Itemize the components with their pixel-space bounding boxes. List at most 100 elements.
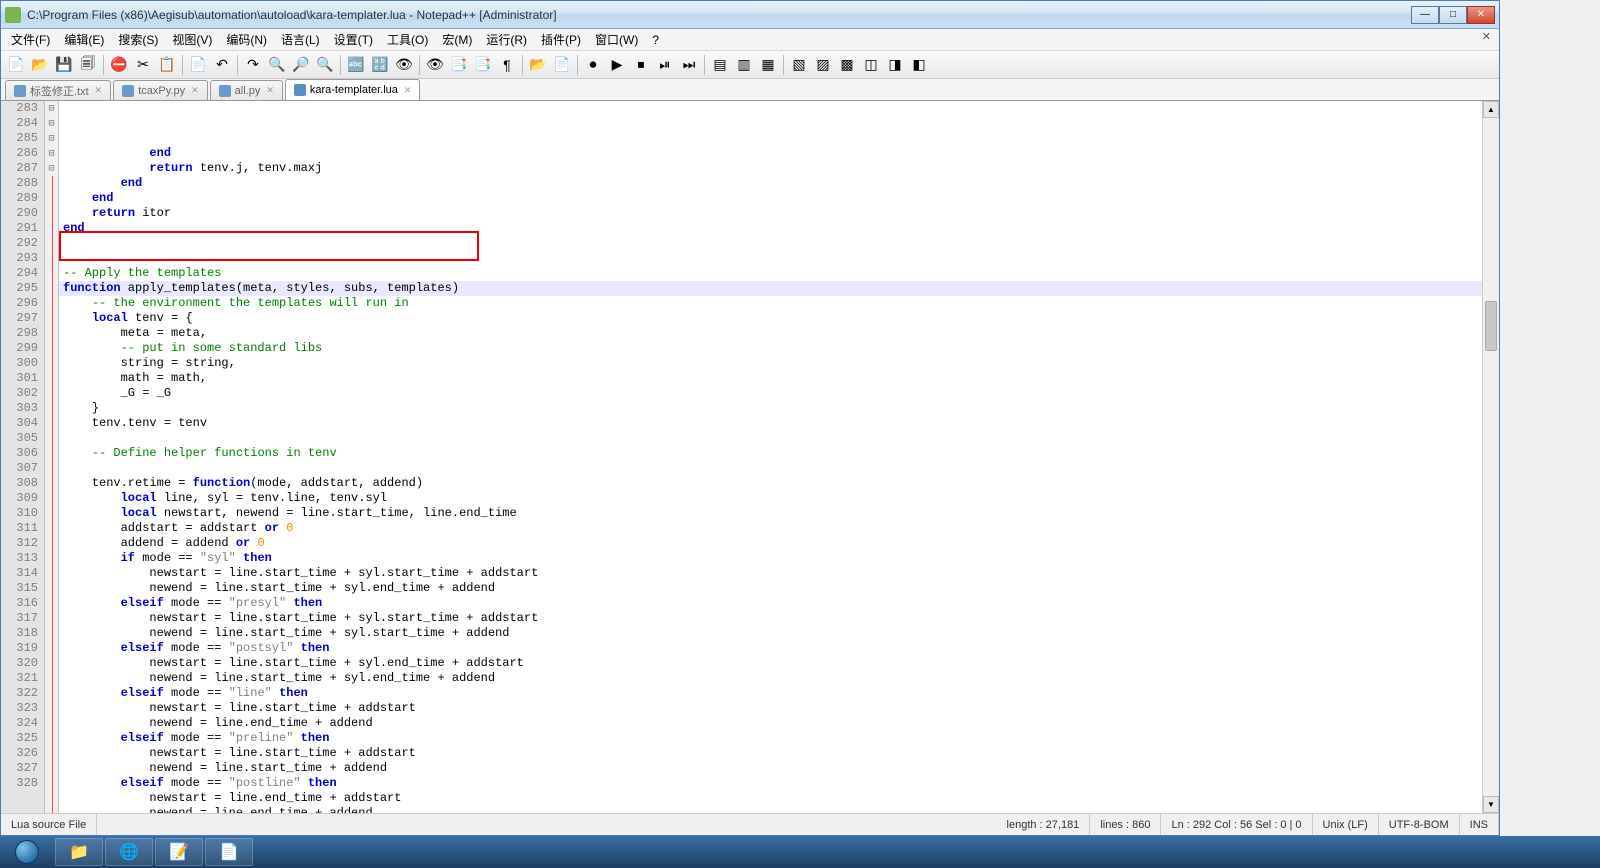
toolbar-button[interactable]: 📂 <box>527 54 549 76</box>
taskbar-item[interactable]: 📁 <box>55 838 103 866</box>
menu-item[interactable]: 窗口(W) <box>589 29 644 50</box>
toolbar-button[interactable]: 🔎 <box>290 54 312 76</box>
start-button[interactable] <box>0 836 54 868</box>
toolbar-button[interactable]: 👁 <box>424 54 446 76</box>
code-line[interactable]: newstart = line.start_time + addstart <box>59 746 1482 761</box>
toolbar-button[interactable]: ▦ <box>757 54 779 76</box>
toolbar-button[interactable]: 🔤 <box>345 54 367 76</box>
code-line[interactable]: } <box>59 401 1482 416</box>
toolbar-button[interactable]: 📄 <box>551 54 573 76</box>
code-line[interactable]: newstart = line.start_time + syl.end_tim… <box>59 656 1482 671</box>
toolbar-button[interactable]: 👁 <box>393 54 415 76</box>
code-line[interactable]: local newstart, newend = line.start_time… <box>59 506 1482 521</box>
toolbar-button[interactable]: ◧ <box>908 54 930 76</box>
close-button[interactable]: ✕ <box>1467 6 1495 24</box>
code-line[interactable]: return itor <box>59 206 1482 221</box>
tab[interactable]: all.py✕ <box>210 80 283 100</box>
menu-item[interactable]: 工具(O) <box>381 29 434 50</box>
code-line[interactable]: if mode == "syl" then <box>59 551 1482 566</box>
code-line[interactable]: meta = meta, <box>59 326 1482 341</box>
vertical-scrollbar[interactable]: ▲ ▼ <box>1482 101 1499 813</box>
taskbar-item[interactable]: 🌐 <box>105 838 153 866</box>
taskbar-item[interactable]: 📄 <box>205 838 253 866</box>
tab[interactable]: tcaxPy.py✕ <box>113 80 207 100</box>
code-line[interactable]: end <box>59 146 1482 161</box>
toolbar-button[interactable]: 🗐 <box>77 54 99 76</box>
code-line[interactable] <box>59 251 1482 266</box>
fold-marker[interactable]: ⊟ <box>45 146 58 161</box>
scroll-thumb[interactable] <box>1485 301 1497 351</box>
code-line[interactable]: elseif mode == "presyl" then <box>59 596 1482 611</box>
toolbar-button[interactable]: ⏯ <box>654 54 676 76</box>
code-line[interactable]: newend = line.end_time + addend <box>59 716 1482 731</box>
menu-item[interactable]: 文件(F) <box>5 29 56 50</box>
toolbar-button[interactable]: ▤ <box>709 54 731 76</box>
code-line[interactable]: tenv.retime = function(mode, addstart, a… <box>59 476 1482 491</box>
code-line[interactable]: newend = line.start_time + syl.end_time … <box>59 581 1482 596</box>
code-line[interactable]: elseif mode == "postline" then <box>59 776 1482 791</box>
code-line[interactable]: string = string, <box>59 356 1482 371</box>
menu-item[interactable]: 运行(R) <box>480 29 533 50</box>
tab-close-icon[interactable]: ✕ <box>95 85 103 96</box>
toolbar-button[interactable]: ◫ <box>860 54 882 76</box>
toolbar-button[interactable]: ↶ <box>211 54 233 76</box>
toolbar-button[interactable]: ¶ <box>496 54 518 76</box>
fold-marker[interactable]: ⊟ <box>45 161 58 176</box>
code-line[interactable] <box>59 431 1482 446</box>
toolbar-button[interactable]: ▧ <box>788 54 810 76</box>
secondary-close-button[interactable]: ✕ <box>1478 30 1495 43</box>
code-line[interactable] <box>59 461 1482 476</box>
toolbar-button[interactable]: 🔍 <box>314 54 336 76</box>
code-line[interactable]: newend = line.start_time + syl.start_tim… <box>59 626 1482 641</box>
scroll-up-button[interactable]: ▲ <box>1483 101 1499 118</box>
code-line[interactable]: -- put in some standard libs <box>59 341 1482 356</box>
code-line[interactable]: newstart = line.end_time + addstart <box>59 791 1482 806</box>
code-line[interactable]: addend = addend or 0 <box>59 536 1482 551</box>
toolbar-button[interactable]: 📂 <box>29 54 51 76</box>
menu-item[interactable]: 搜索(S) <box>112 29 164 50</box>
code-line[interactable]: local line, syl = tenv.line, tenv.syl <box>59 491 1482 506</box>
tab[interactable]: kara-templater.lua✕ <box>285 79 421 100</box>
code-line[interactable]: newend = line.start_time + syl.end_time … <box>59 671 1482 686</box>
fold-marker[interactable]: ⊟ <box>45 131 58 146</box>
toolbar-button[interactable]: ⏹ <box>630 54 652 76</box>
toolbar-button[interactable]: 📑 <box>448 54 470 76</box>
tab[interactable]: 标签修正.txt✕ <box>5 80 111 100</box>
code-line[interactable]: newstart = line.start_time + addstart <box>59 701 1482 716</box>
tab-close-icon[interactable]: ✕ <box>266 85 274 96</box>
toolbar-button[interactable]: ✂ <box>132 54 154 76</box>
code-line[interactable]: math = math, <box>59 371 1482 386</box>
toolbar-button[interactable]: ▥ <box>733 54 755 76</box>
titlebar[interactable]: C:\Program Files (x86)\Aegisub\automatio… <box>1 1 1499 29</box>
toolbar-button[interactable]: ▩ <box>836 54 858 76</box>
code-line[interactable]: _G = _G <box>59 386 1482 401</box>
toolbar-button[interactable]: 📄 <box>5 54 27 76</box>
code-line[interactable]: elseif mode == "line" then <box>59 686 1482 701</box>
code-line[interactable]: newend = line.end_time + addend <box>59 806 1482 813</box>
toolbar-button[interactable]: ⏺ <box>582 54 604 76</box>
menu-item[interactable]: 视图(V) <box>166 29 218 50</box>
toolbar-button[interactable]: ▶ <box>606 54 628 76</box>
code-line[interactable]: elseif mode == "preline" then <box>59 731 1482 746</box>
code-content[interactable]: end return tenv.j, tenv.maxj end end ret… <box>59 101 1482 813</box>
code-line[interactable]: end <box>59 176 1482 191</box>
code-line[interactable]: -- Apply the templates <box>59 266 1482 281</box>
tab-close-icon[interactable]: ✕ <box>404 85 412 96</box>
fold-marker[interactable]: ⊟ <box>45 116 58 131</box>
toolbar-button[interactable]: ⛔ <box>108 54 130 76</box>
code-line[interactable]: addstart = addstart or 0 <box>59 521 1482 536</box>
tab-close-icon[interactable]: ✕ <box>191 85 199 96</box>
fold-marker[interactable]: ⊟ <box>45 101 58 116</box>
menu-item[interactable]: 编码(N) <box>220 29 273 50</box>
menu-item[interactable]: 编辑(E) <box>58 29 110 50</box>
code-line[interactable]: -- Define helper functions in tenv <box>59 446 1482 461</box>
code-line[interactable]: elseif mode == "postsyl" then <box>59 641 1482 656</box>
toolbar-button[interactable]: ↷ <box>242 54 264 76</box>
code-line[interactable]: newstart = line.start_time + syl.start_t… <box>59 566 1482 581</box>
menu-item[interactable]: ? <box>646 31 665 49</box>
taskbar-item[interactable]: 📝 <box>155 838 203 866</box>
code-line[interactable]: end <box>59 221 1482 236</box>
code-line[interactable]: function apply_templates(meta, styles, s… <box>59 281 1482 296</box>
scroll-down-button[interactable]: ▼ <box>1483 796 1499 813</box>
code-line[interactable]: -- the environment the templates will ru… <box>59 296 1482 311</box>
